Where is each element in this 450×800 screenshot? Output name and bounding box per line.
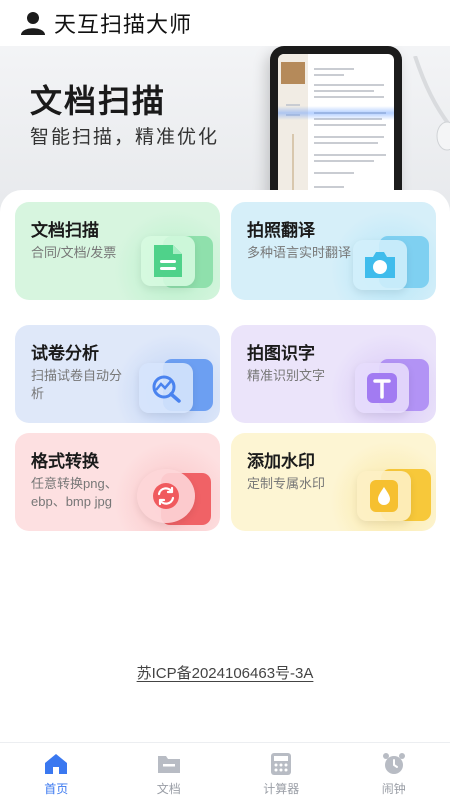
alarm-clock-icon bbox=[382, 753, 405, 774]
card-photo-translate[interactable]: 拍照翻译 多种语言实时翻译 bbox=[231, 202, 436, 300]
card-title: 拍图识字 bbox=[247, 344, 315, 363]
nav-home[interactable]: 首页 bbox=[0, 743, 113, 800]
nav-documents[interactable]: 文档 bbox=[113, 743, 226, 800]
card-document-scan[interactable]: 文档扫描 合同/文档/发票 bbox=[15, 202, 220, 300]
home-icon bbox=[45, 754, 68, 774]
nav-label-calculator: 计算器 bbox=[263, 782, 300, 796]
nav-alarm[interactable]: 闹钟 bbox=[338, 743, 450, 800]
card-title: 拍照翻译 bbox=[247, 221, 315, 240]
card-description: 定制专属水印 bbox=[247, 476, 326, 491]
earphone-illustration bbox=[413, 56, 450, 151]
nav-label-home: 首页 bbox=[44, 782, 69, 796]
camera-icon bbox=[353, 240, 407, 290]
card-format-convert[interactable]: 格式转换 任意转换png、ebp、bmp jpg bbox=[15, 433, 220, 531]
nav-calculator[interactable]: 计算器 bbox=[225, 743, 338, 800]
banner-title: 文档扫描 bbox=[30, 83, 167, 119]
document-icon bbox=[141, 236, 195, 286]
icp-license[interactable]: 苏ICP备2024106463号-3A bbox=[0, 662, 450, 683]
analysis-icon bbox=[139, 363, 193, 413]
card-title: 试卷分析 bbox=[31, 344, 99, 363]
text-recognition-icon bbox=[355, 363, 409, 413]
card-description: 扫描试卷自动分析 bbox=[31, 368, 123, 401]
app-title: 天互扫描大师 bbox=[54, 12, 193, 37]
card-title: 文档扫描 bbox=[31, 221, 99, 240]
card-description: 精准识别文字 bbox=[247, 368, 326, 383]
top-bar: 天互扫描大师 bbox=[0, 0, 450, 46]
nav-label-alarm: 闹钟 bbox=[381, 782, 406, 796]
card-description: 任意转换png、ebp、bmp jpg bbox=[31, 476, 118, 509]
watermark-icon bbox=[357, 471, 411, 521]
card-description: 合同/文档/发票 bbox=[31, 245, 117, 260]
card-title: 添加水印 bbox=[247, 452, 315, 471]
nav-label-documents: 文档 bbox=[156, 782, 181, 796]
calculator-icon bbox=[271, 753, 292, 775]
feature-panel: 文档扫描 合同/文档/发票 拍照翻译 多种语言实时翻译 试卷分析 扫描试卷自动分… bbox=[0, 190, 450, 742]
folder-icon bbox=[157, 756, 180, 773]
card-image-text-recognition[interactable]: 拍图识字 精准识别文字 bbox=[231, 325, 436, 423]
document-logo-illustration bbox=[281, 62, 305, 84]
bottom-nav: 首页 文档 计算器 闹钟 bbox=[0, 742, 450, 800]
card-exam-analysis[interactable]: 试卷分析 扫描试卷自动分析 bbox=[15, 325, 220, 423]
banner-subtitle: 智能扫描，精准优化 bbox=[30, 127, 220, 148]
convert-icon bbox=[137, 469, 195, 523]
user-icon[interactable] bbox=[20, 10, 46, 36]
card-add-watermark[interactable]: 添加水印 定制专属水印 bbox=[231, 433, 436, 531]
card-title: 格式转换 bbox=[31, 452, 99, 471]
